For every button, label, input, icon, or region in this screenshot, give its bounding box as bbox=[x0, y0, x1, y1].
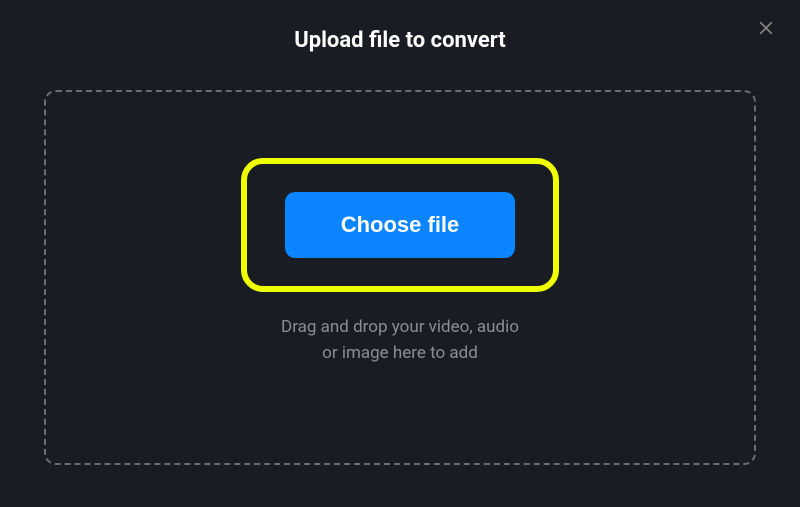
close-icon bbox=[756, 18, 776, 42]
dialog-title: Upload file to convert bbox=[0, 0, 800, 53]
file-dropzone[interactable]: Choose file Drag and drop your video, au… bbox=[44, 90, 756, 465]
highlight-frame: Choose file bbox=[241, 158, 559, 292]
hint-line-2: or image here to add bbox=[281, 340, 519, 366]
choose-file-button[interactable]: Choose file bbox=[285, 192, 515, 258]
dropzone-hint: Drag and drop your video, audio or image… bbox=[281, 314, 519, 367]
hint-line-1: Drag and drop your video, audio bbox=[281, 314, 519, 340]
close-button[interactable] bbox=[754, 18, 778, 42]
